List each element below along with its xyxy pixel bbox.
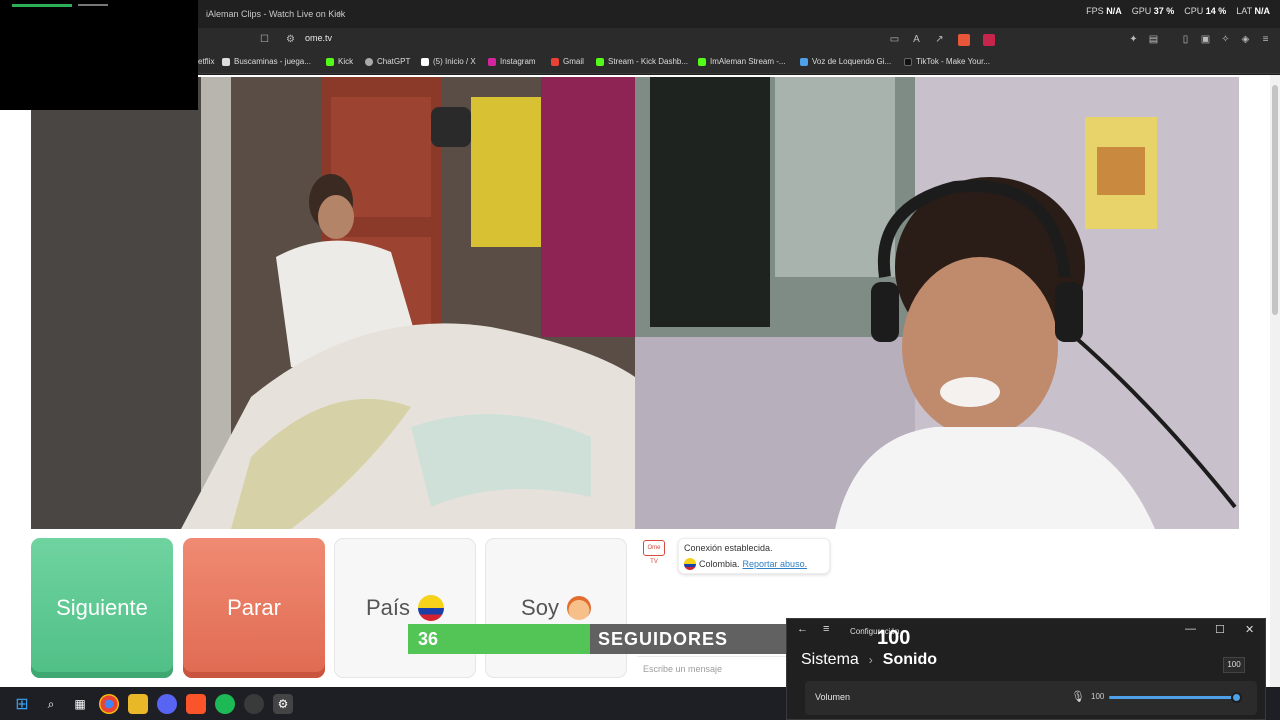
performance-stats: FPS N/A GPU 37 % CPU 14 % LAT N/A	[1086, 6, 1270, 16]
browser-tab[interactable]: iAleman Clips - Watch Live on Kick	[198, 3, 353, 25]
reading-list-icon[interactable]: ▤	[1148, 34, 1159, 45]
bookmark-item[interactable]: ImAleman Stream -...	[698, 57, 786, 66]
stop-button-label: Parar	[227, 595, 281, 620]
discord-icon[interactable]	[157, 694, 177, 714]
page-scrollbar[interactable]	[1270, 75, 1280, 687]
brave-shield-icon[interactable]	[958, 34, 970, 46]
followers-label: SEGUIDORES	[590, 624, 786, 654]
volume-slider-knob[interactable]	[1231, 692, 1242, 703]
bookmark-icon[interactable]: ☐	[259, 34, 270, 45]
connection-status: Conexión establecida.	[684, 543, 773, 553]
microphone-icon[interactable]: 🎙	[1071, 690, 1085, 703]
bookmark-item[interactable]: Kick	[326, 57, 353, 66]
extensions-icon[interactable]: ✦	[1128, 34, 1139, 45]
volume-label: Volumen	[815, 692, 851, 702]
bookmark-item[interactable]: ChatGPT	[365, 57, 410, 66]
sidebar-icon[interactable]: ▯	[1180, 34, 1191, 45]
menu-icon[interactable]: ≡	[1260, 34, 1271, 45]
bookmark-item[interactable]: (5) Inicio / X	[421, 57, 476, 66]
bookmark-item[interactable]: Voz de Loquendo Gi...	[800, 57, 891, 66]
maximize-icon[interactable]: ☐	[1215, 623, 1225, 636]
volume-slider[interactable]	[1109, 692, 1242, 703]
followers-count: 36	[408, 624, 590, 654]
stream-overlay-window	[0, 0, 198, 110]
spotify-icon[interactable]	[215, 694, 235, 714]
fps-value: N/A	[1106, 6, 1122, 16]
volume-value: 100	[1091, 692, 1105, 701]
leo-icon[interactable]: ✧	[1220, 34, 1231, 45]
new-tab-button[interactable]: +	[336, 3, 343, 25]
country-button-label: País	[365, 595, 411, 620]
file-explorer-icon[interactable]	[128, 694, 148, 714]
url-field[interactable]: ome.tv	[305, 33, 332, 43]
bookmark-item[interactable]: Buscaminas - juega...	[222, 57, 311, 66]
start-button-windows-icon[interactable]: ⊞	[12, 694, 32, 714]
chrome-icon[interactable]	[99, 694, 119, 714]
settings-app-icon[interactable]: ⚙	[273, 694, 293, 714]
overlay-meter-secondary	[78, 4, 108, 6]
stranger-video	[31, 77, 635, 529]
country-button[interactable]: País	[334, 538, 476, 678]
lat-value: N/A	[1254, 6, 1271, 16]
volume-tooltip: 100	[1223, 657, 1245, 673]
partner-country: Colombia. Reportar abuso.	[684, 558, 807, 570]
search-icon[interactable]: ⌕	[41, 694, 61, 714]
ometv-logo-icon: Ome TV	[643, 540, 665, 565]
gender-button-label: Soy	[521, 595, 559, 620]
task-view-icon[interactable]: ▦	[70, 694, 90, 714]
cpu-value: 14 %	[1205, 6, 1227, 16]
self-video	[635, 77, 1239, 529]
partner-country-label: Colombia.	[699, 559, 740, 569]
colombia-flag-icon	[418, 595, 445, 621]
bookmark-item[interactable]: Instagram	[488, 57, 536, 66]
scrollbar-thumb[interactable]	[1272, 85, 1278, 315]
followers-goal-bar: 36 SEGUIDORES	[408, 624, 928, 654]
volume-row: Volumen 🎙 100	[805, 681, 1257, 715]
cast-icon[interactable]: ▭	[889, 34, 900, 45]
bookmark-item[interactable]: Gmail	[551, 57, 584, 66]
bookmark-item[interactable]: TikTok - Make Your...	[904, 57, 990, 66]
bookmark-item[interactable]: Stream - Kick Dashb...	[596, 57, 688, 66]
gpu-value: 37 %	[1153, 6, 1175, 16]
next-button-label: Siguiente	[56, 595, 148, 620]
rewards-icon[interactable]	[983, 34, 995, 46]
report-abuse-link[interactable]: Reportar abuso.	[743, 559, 808, 569]
bookmark-item[interactable]: etflix	[198, 57, 214, 66]
volume-slider-fill	[1109, 696, 1237, 699]
colombia-flag-icon	[684, 558, 696, 570]
message-input[interactable]: Escribe un mensaje	[637, 656, 797, 680]
share-icon[interactable]: ↗	[934, 34, 945, 45]
vpn-icon[interactable]: ◈	[1240, 34, 1251, 45]
brave-icon[interactable]	[186, 694, 206, 714]
site-settings-icon[interactable]: ⚙	[285, 34, 296, 45]
obs-icon[interactable]	[244, 694, 264, 714]
close-icon[interactable]: ✕	[1245, 623, 1254, 636]
minimize-icon[interactable]: —	[1185, 623, 1196, 635]
chevron-right-icon: ›	[868, 653, 873, 667]
overlay-meter	[12, 4, 72, 7]
gender-button[interactable]: Soy	[485, 538, 627, 678]
boy-face-icon	[566, 596, 591, 620]
translate-icon[interactable]: A	[911, 34, 922, 45]
stop-button[interactable]: Parar	[183, 538, 325, 678]
next-button[interactable]: Siguiente	[31, 538, 173, 678]
wallet-icon[interactable]: ▣	[1200, 34, 1211, 45]
